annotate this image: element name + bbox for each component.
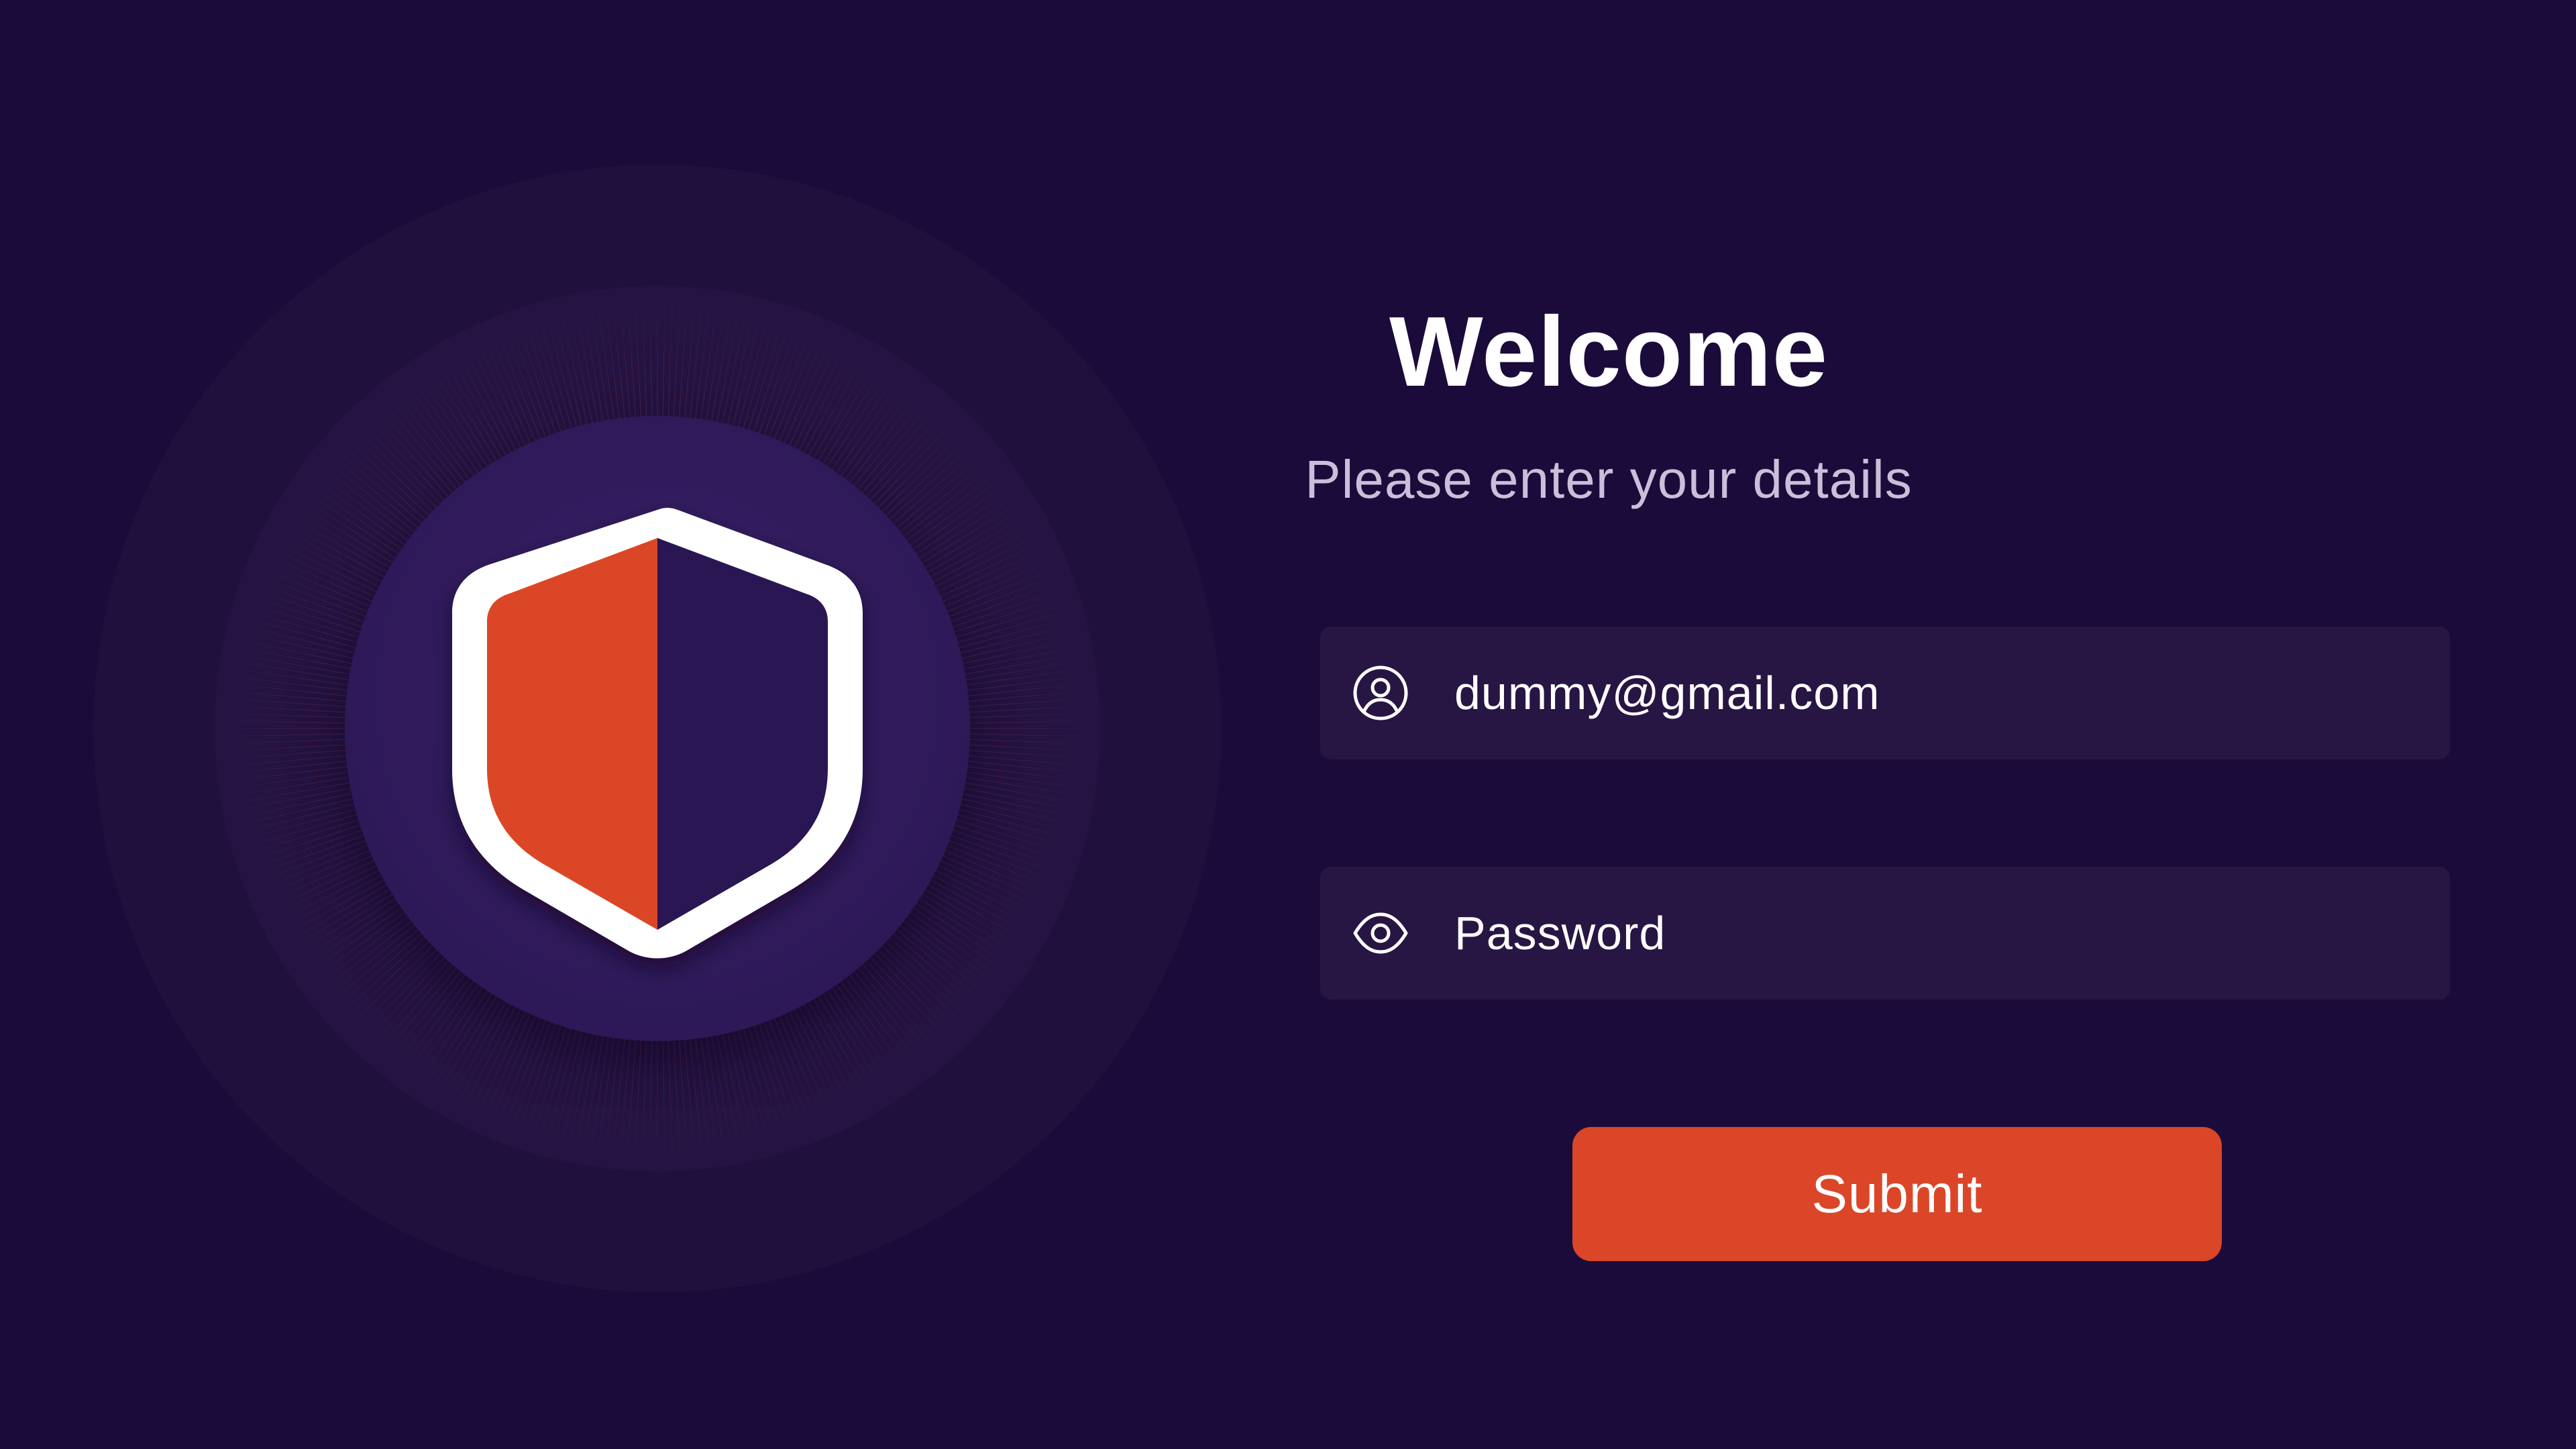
page-subtitle: Please enter your details: [1305, 449, 1913, 509]
page-title: Welcome: [1389, 297, 1829, 407]
email-input[interactable]: [1454, 627, 2423, 759]
submit-button[interactable]: Submit: [1572, 1127, 2222, 1261]
eye-icon[interactable]: [1352, 905, 1409, 961]
password-field[interactable]: [1320, 867, 2450, 1000]
email-field[interactable]: [1320, 627, 2450, 759]
shield-icon: [443, 500, 872, 983]
login-screen: Welcome Please enter your details Submit: [0, 0, 2576, 1449]
password-input[interactable]: [1454, 867, 2423, 1000]
user-circle-icon: [1352, 665, 1409, 721]
